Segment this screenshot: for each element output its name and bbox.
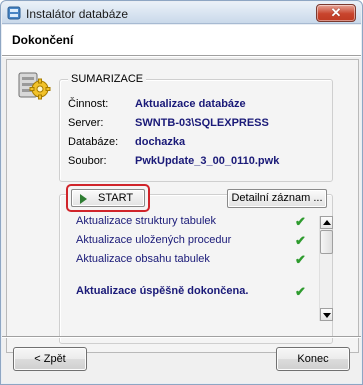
- log-item: Aktualizace obsahu tabulek ✔: [76, 252, 312, 267]
- summary-group: SUMARIZACE Činnost: Aktualizace databáze…: [59, 73, 333, 182]
- window-title: Instalátor databáze: [26, 7, 129, 21]
- log-scrollbar[interactable]: [319, 216, 333, 321]
- start-button-highlight: START: [66, 184, 150, 212]
- title-bar[interactable]: Instalátor databáze ✕: [2, 2, 361, 24]
- progress-group: START Detailní záznam ... Aktualizace st…: [59, 184, 333, 344]
- close-button[interactable]: ✕: [316, 4, 356, 22]
- database-installer-icon: [7, 6, 21, 20]
- summary-label: Server:: [68, 117, 104, 129]
- summary-value: dochazka: [135, 136, 186, 148]
- check-icon: ✔: [295, 284, 306, 299]
- summary-group-title: SUMARIZACE: [68, 73, 147, 85]
- finish-button[interactable]: Konec: [276, 347, 350, 371]
- log-item-text: Aktualizace obsahu tabulek: [76, 253, 210, 265]
- wizard-client-area: Dokončení SUMARIZACE Činnost: Aktualizac…: [2, 25, 361, 383]
- page-title: Dokončení: [12, 33, 74, 47]
- wizard-content-panel: SUMARIZACE Činnost: Aktualizace databáze…: [6, 59, 359, 353]
- log-item-text: Aktualizace struktury tabulek: [76, 215, 217, 227]
- check-icon: ✔: [295, 214, 306, 229]
- summary-value: PwkUpdate_3_00_0110.pwk: [135, 155, 280, 167]
- log-item: Aktualizace struktury tabulek ✔: [76, 214, 312, 229]
- scroll-thumb[interactable]: [320, 230, 333, 254]
- log-list: Aktualizace struktury tabulek ✔ Aktualiz…: [76, 214, 321, 323]
- play-icon: [80, 194, 87, 204]
- start-button-label: START: [98, 192, 134, 204]
- summary-label: Činnost:: [68, 98, 109, 110]
- header-divider: [2, 55, 361, 57]
- close-icon: ✕: [330, 5, 342, 20]
- check-icon: ✔: [295, 233, 306, 248]
- scroll-down-icon: [323, 313, 331, 318]
- footer-divider: [2, 336, 361, 338]
- summary-value: Aktualizace databáze: [135, 98, 246, 110]
- detail-log-button[interactable]: Detailní záznam ...: [227, 189, 327, 208]
- summary-label: Soubor:: [68, 155, 107, 167]
- log-item-success: Aktualizace úspěšně dokončena. ✔: [76, 284, 312, 299]
- wizard-gear-icon: [18, 72, 51, 100]
- back-button[interactable]: < Zpět: [13, 347, 87, 371]
- check-icon: ✔: [295, 252, 306, 267]
- scroll-up-icon: [323, 220, 331, 225]
- summary-value: SWNTB-03\SQLEXPRESS: [135, 117, 269, 129]
- log-item-text: Aktualizace úspěšně dokončena.: [76, 285, 249, 297]
- summary-label: Databáze:: [68, 136, 119, 148]
- installer-window: Instalátor databáze ✕ Dokončení SUMARIZA…: [0, 0, 363, 385]
- log-item-text: Aktualizace uložených procedur: [76, 234, 232, 246]
- scroll-up-button[interactable]: [320, 216, 333, 229]
- start-button[interactable]: START: [71, 189, 145, 207]
- log-item: Aktualizace uložených procedur ✔: [76, 233, 312, 248]
- scroll-down-button[interactable]: [320, 308, 333, 321]
- wizard-header: Dokončení: [2, 25, 361, 55]
